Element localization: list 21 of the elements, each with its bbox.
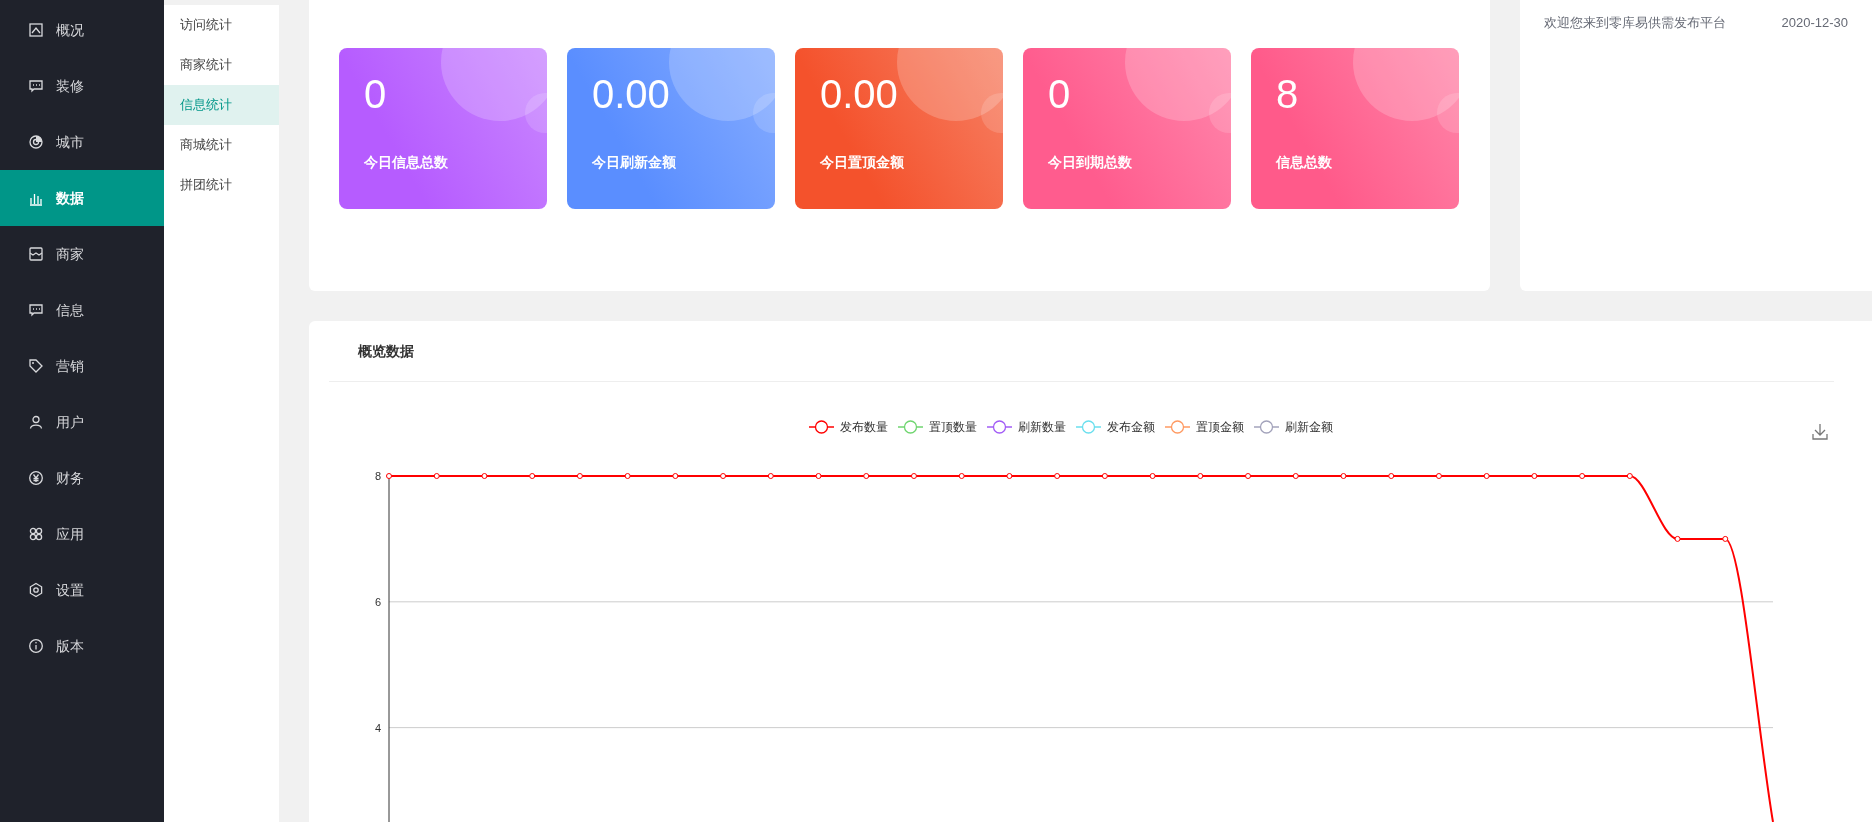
legend-label: 刷新金额 (1285, 420, 1333, 434)
legend-label: 刷新数量 (1018, 420, 1066, 434)
y-tick-label: 4 (374, 721, 381, 734)
stat-value: 0.00 (820, 71, 898, 118)
stat-value: 8 (1276, 71, 1299, 118)
panel-title: 概览数据 (358, 341, 414, 361)
stat-label: 今日置顶金额 (820, 153, 904, 172)
legend-label: 置顶金额 (1196, 420, 1244, 434)
stat-value: 0 (1048, 71, 1071, 118)
notice-date: 2020-12-30 (1781, 14, 1848, 33)
y-tick-label: 8 (374, 470, 381, 482)
legend-label: 发布金额 (1107, 420, 1155, 434)
stat-value: 0 (364, 71, 387, 118)
stat-label: 今日信息总数 (364, 153, 448, 172)
stat-label: 今日刷新金额 (592, 153, 676, 172)
stat-value: 0.00 (592, 71, 670, 118)
legend-label: 发布数量 (840, 420, 888, 434)
legend-label: 置顶数量 (929, 420, 977, 434)
stat-label: 今日到期总数 (1048, 153, 1132, 172)
y-tick-label: 6 (374, 595, 381, 608)
stat-label: 信息总数 (1276, 153, 1332, 172)
